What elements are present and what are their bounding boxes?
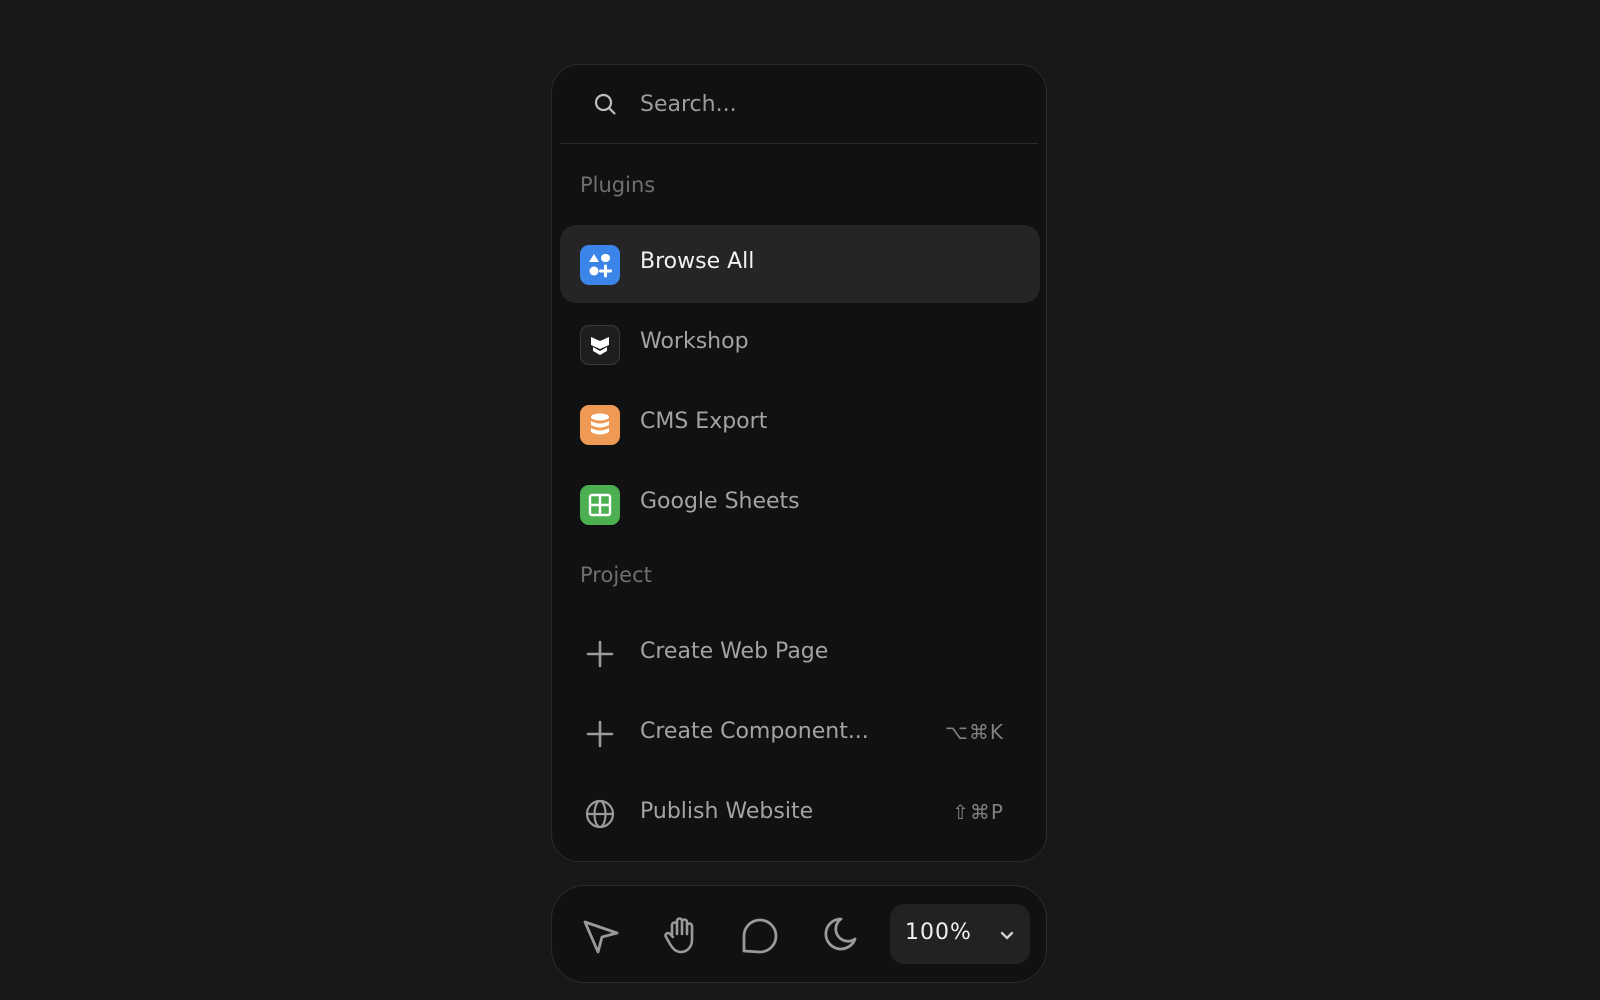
project-item-publish-website[interactable]: Publish Website ⇧⌘P (560, 775, 1040, 853)
workshop-icon (580, 325, 620, 365)
bottom-toolbar: 100% (551, 885, 1047, 983)
browse-all-icon (580, 245, 620, 285)
plugin-item-google-sheets[interactable]: Google Sheets (560, 465, 1040, 543)
project-item-create-web-page[interactable]: Create Web Page (560, 615, 1040, 693)
plugin-item-label: Browse All (640, 249, 755, 274)
hand-icon[interactable] (659, 914, 701, 956)
section-label-project: Project (580, 563, 652, 587)
zoom-value: 100% (905, 920, 972, 945)
project-item-label: Create Component... (640, 719, 869, 744)
sheets-grid-icon (580, 485, 620, 525)
comment-icon[interactable] (738, 914, 780, 956)
shortcut-hint: ⌥⌘K (944, 720, 1004, 744)
database-icon (580, 405, 620, 445)
project-item-label: Create Web Page (640, 639, 829, 664)
section-label-plugins: Plugins (580, 173, 656, 197)
chevron-down-icon (1000, 931, 1014, 940)
plus-icon (586, 640, 614, 668)
plugin-item-browse-all[interactable]: Browse All (560, 225, 1040, 303)
plugin-item-cms-export[interactable]: CMS Export (560, 385, 1040, 463)
plus-icon (586, 720, 614, 748)
zoom-dropdown[interactable]: 100% (890, 904, 1030, 964)
command-palette: Plugins Browse All Workshop (551, 64, 1047, 862)
moon-icon[interactable] (817, 914, 859, 956)
search-bar (560, 65, 1038, 144)
plugin-item-label: Workshop (640, 329, 749, 354)
plugin-item-label: Google Sheets (640, 489, 800, 514)
globe-icon (585, 799, 615, 829)
search-icon (594, 93, 616, 115)
project-item-label: Publish Website (640, 799, 814, 824)
plugin-item-workshop[interactable]: Workshop (560, 305, 1040, 383)
search-input[interactable] (640, 87, 1020, 121)
cursor-icon[interactable] (580, 914, 622, 956)
plugin-item-label: CMS Export (640, 409, 768, 434)
shortcut-hint: ⇧⌘P (952, 800, 1004, 824)
project-item-create-component[interactable]: Create Component... ⌥⌘K (560, 695, 1040, 773)
